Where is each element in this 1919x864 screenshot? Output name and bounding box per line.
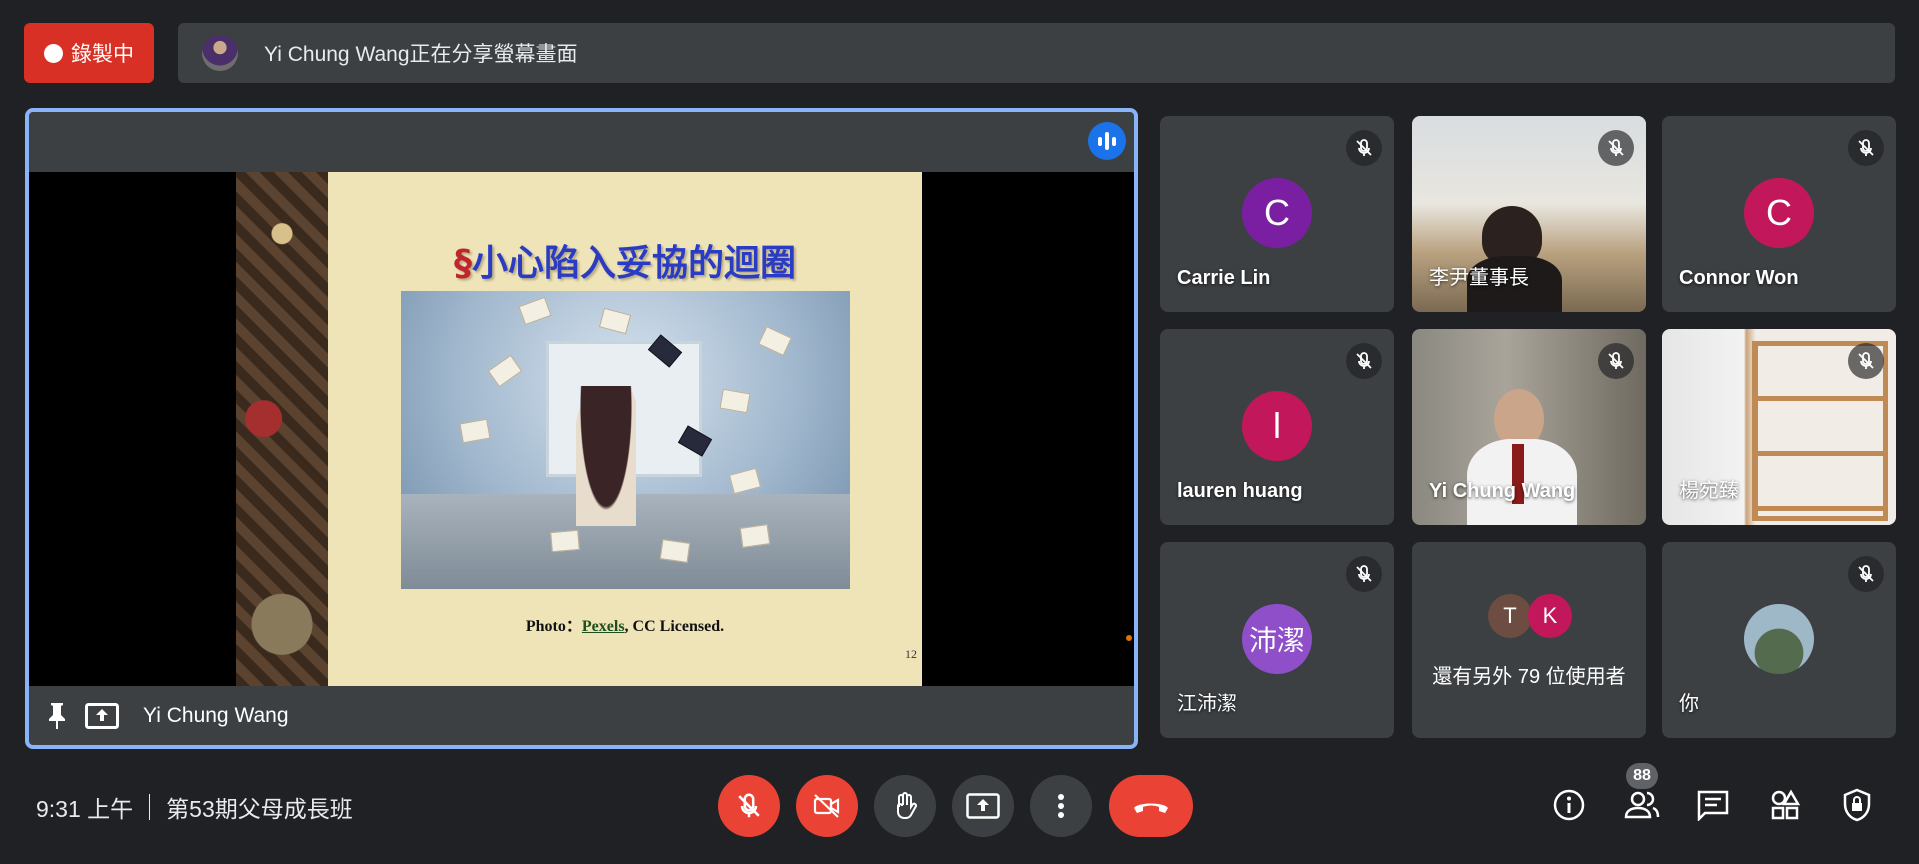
participant-name: 楊宛臻 (1679, 480, 1739, 502)
avatar: C (1744, 178, 1814, 248)
chat-button[interactable] (1693, 785, 1733, 825)
info-icon (1553, 789, 1585, 821)
record-dot-icon (44, 43, 63, 63)
participant-tile[interactable]: l lauren huang (1160, 329, 1394, 525)
scroll-indicator (1126, 635, 1132, 641)
leave-call-button[interactable] (1109, 775, 1193, 837)
participant-name: 江沛潔 (1177, 693, 1237, 715)
presenter-avatar (202, 35, 238, 71)
share-banner-text: Yi Chung Wang正在分享螢幕畫面 (264, 43, 578, 66)
participant-tile[interactable]: C Connor Won (1662, 116, 1896, 312)
avatar: 沛潔 (1242, 604, 1312, 674)
participant-tile[interactable]: 沛潔 江沛潔 (1160, 542, 1394, 738)
mic-off-icon (1848, 130, 1884, 166)
participant-name: 李尹董事長 (1429, 267, 1529, 289)
screen-share-banner: Yi Chung Wang正在分享螢幕畫面 (178, 23, 1895, 83)
presentation-slide: §小心陷入妥協的迴圈 Photo：Pexels, CC Licensed. 12 (236, 172, 922, 686)
presentation-footer: Yi Chung Wang (29, 686, 1134, 745)
mic-off-icon (1848, 343, 1884, 379)
mic-off-icon (1598, 130, 1634, 166)
participant-name: lauren huang (1177, 480, 1303, 502)
hang-up-icon (1134, 803, 1168, 813)
participant-tile[interactable]: C Carrie Lin (1160, 116, 1394, 312)
participant-name: Carrie Lin (1177, 267, 1271, 289)
recording-label: 錄製中 (71, 43, 134, 66)
speaking-indicator-icon (1088, 122, 1126, 160)
meeting-details-button[interactable] (1549, 785, 1589, 825)
shapes-icon (1771, 789, 1801, 820)
self-tile[interactable]: 你 (1662, 542, 1896, 738)
host-controls-button[interactable] (1837, 785, 1877, 825)
slide-decoration-image (236, 172, 328, 686)
avatar: T (1488, 594, 1532, 638)
mic-off-icon (1598, 343, 1634, 379)
others-tile[interactable]: T K 還有另外 79 位使用者 (1412, 542, 1646, 738)
slide-page-number: 12 (905, 647, 917, 661)
slide-caption: Photo：Pexels, CC Licensed. (525, 618, 725, 635)
camera-off-icon (813, 794, 840, 818)
shield-lock-icon (1843, 788, 1871, 822)
more-options-button[interactable] (1030, 775, 1092, 837)
mic-off-icon (1346, 343, 1382, 379)
divider (149, 794, 151, 820)
avatar: C (1242, 178, 1312, 248)
hand-icon (897, 792, 917, 819)
participant-tile[interactable]: 楊宛臻 (1662, 329, 1896, 525)
participant-tile[interactable]: Yi Chung Wang (1412, 329, 1646, 525)
participant-name: Connor Won (1679, 267, 1799, 289)
mic-off-icon (1346, 130, 1382, 166)
avatar (1744, 604, 1814, 674)
avatar: l (1242, 391, 1312, 461)
meeting-name: 第53期父母成長班 (166, 796, 353, 822)
slide-photo (401, 291, 850, 589)
people-icon (1624, 791, 1660, 819)
microphone-toggle-button[interactable] (718, 775, 780, 837)
participant-name: 你 (1679, 693, 1699, 715)
chat-icon (1697, 790, 1729, 821)
mic-off-icon (1848, 556, 1884, 592)
raise-hand-button[interactable] (874, 775, 936, 837)
presentation-tile[interactable]: §小心陷入妥協的迴圈 Photo：Pexels, CC Licensed. 12… (25, 108, 1138, 749)
mic-off-icon (1346, 556, 1382, 592)
shared-screen: §小心陷入妥協的迴圈 Photo：Pexels, CC Licensed. 12 (29, 172, 1134, 686)
participants-button[interactable] (1622, 785, 1662, 825)
presenter-name: Yi Chung Wang (143, 703, 289, 727)
present-now-button[interactable] (952, 775, 1014, 837)
avatar: K (1528, 594, 1572, 638)
meeting-info: 9:31 上午 第53期父母成長班 (36, 790, 353, 824)
mic-off-icon (738, 793, 760, 818)
more-vert-icon (1058, 794, 1064, 818)
participant-tile[interactable]: 李尹董事長 (1412, 116, 1646, 312)
present-screen-icon[interactable] (85, 702, 119, 729)
present-screen-icon (966, 793, 1000, 819)
participant-count-badge: 88 (1626, 763, 1658, 789)
recording-indicator[interactable]: 錄製中 (24, 23, 154, 83)
camera-toggle-button[interactable] (796, 775, 858, 837)
clock: 9:31 上午 (36, 796, 134, 822)
slide-title: §小心陷入妥協的迴圈 (453, 243, 796, 284)
others-count-label: 還有另外 79 位使用者 (1432, 666, 1626, 688)
activities-button[interactable] (1765, 785, 1805, 825)
pin-icon[interactable] (45, 701, 69, 731)
participant-name: Yi Chung Wang (1429, 480, 1576, 502)
